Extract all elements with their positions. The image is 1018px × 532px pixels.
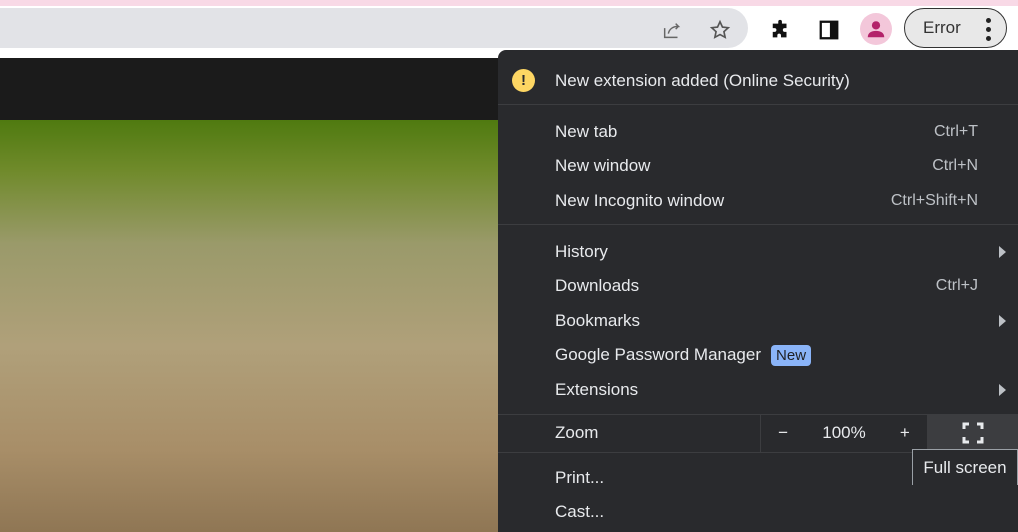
profile-error-button[interactable]: Error bbox=[904, 8, 1007, 48]
menu-item-new-tab[interactable]: New tab Ctrl+T bbox=[498, 115, 1018, 149]
profile-avatar[interactable] bbox=[860, 13, 892, 45]
label: Downloads bbox=[555, 276, 640, 295]
more-menu-icon[interactable] bbox=[986, 18, 992, 41]
label: New tab bbox=[555, 122, 618, 141]
fullscreen-icon bbox=[962, 422, 984, 444]
label: Bookmarks bbox=[555, 311, 641, 330]
shortcut: Ctrl+N bbox=[932, 157, 978, 174]
bookmark-star-icon[interactable] bbox=[708, 18, 732, 42]
separator bbox=[498, 104, 1018, 105]
side-panel-icon[interactable] bbox=[816, 17, 842, 43]
label: New window bbox=[555, 156, 651, 175]
shortcut: Ctrl+Shift+N bbox=[890, 192, 978, 209]
menu-item-history[interactable]: History bbox=[498, 235, 1018, 269]
label: Extensions bbox=[555, 380, 639, 399]
menu-item-extensions[interactable]: Extensions bbox=[498, 373, 1018, 407]
notification-text: New extension added (Online Security) bbox=[555, 71, 850, 90]
submenu-arrow-icon bbox=[999, 384, 1006, 396]
menu-item-cast[interactable]: Cast... bbox=[498, 495, 1018, 529]
shortcut: Ctrl+J bbox=[935, 277, 978, 294]
menu-item-new-window[interactable]: New window Ctrl+N bbox=[498, 149, 1018, 183]
label: Google Password Manager bbox=[555, 345, 762, 364]
share-icon[interactable] bbox=[660, 18, 684, 42]
label: Cast... bbox=[555, 502, 605, 521]
menu-item-downloads[interactable]: Downloads Ctrl+J bbox=[498, 269, 1018, 303]
zoom-level: 100% bbox=[822, 423, 866, 442]
address-bar[interactable] bbox=[0, 8, 748, 48]
label: New Incognito window bbox=[555, 191, 725, 210]
submenu-arrow-icon bbox=[999, 246, 1006, 258]
label: Print... bbox=[555, 468, 605, 487]
extensions-puzzle-icon[interactable] bbox=[768, 17, 794, 43]
menu-item-new-incognito-window[interactable]: New Incognito window Ctrl+Shift+N bbox=[498, 184, 1018, 218]
menu-item-extension-notification[interactable]: New extension added (Online Security) bbox=[498, 64, 1018, 98]
zoom-in-button[interactable]: + bbox=[900, 423, 910, 443]
separator bbox=[498, 224, 1018, 225]
error-label: Error bbox=[923, 18, 961, 37]
submenu-arrow-icon bbox=[999, 315, 1006, 327]
menu-item-password-manager[interactable]: Google Password Manager New bbox=[498, 338, 1018, 372]
zoom-out-button[interactable]: − bbox=[778, 423, 788, 443]
zoom-row: Zoom − 100% + bbox=[498, 414, 1018, 452]
person-icon bbox=[867, 21, 885, 38]
full-screen-tooltip: Full screen bbox=[912, 449, 1018, 485]
menu-item-bookmarks[interactable]: Bookmarks bbox=[498, 304, 1018, 338]
label: Zoom bbox=[555, 423, 599, 442]
label: History bbox=[555, 242, 608, 261]
new-badge: New bbox=[771, 344, 812, 366]
zoom-controls: − 100% + bbox=[760, 414, 928, 452]
shortcut: Ctrl+T bbox=[934, 123, 978, 140]
full-screen-button[interactable] bbox=[928, 414, 1018, 452]
